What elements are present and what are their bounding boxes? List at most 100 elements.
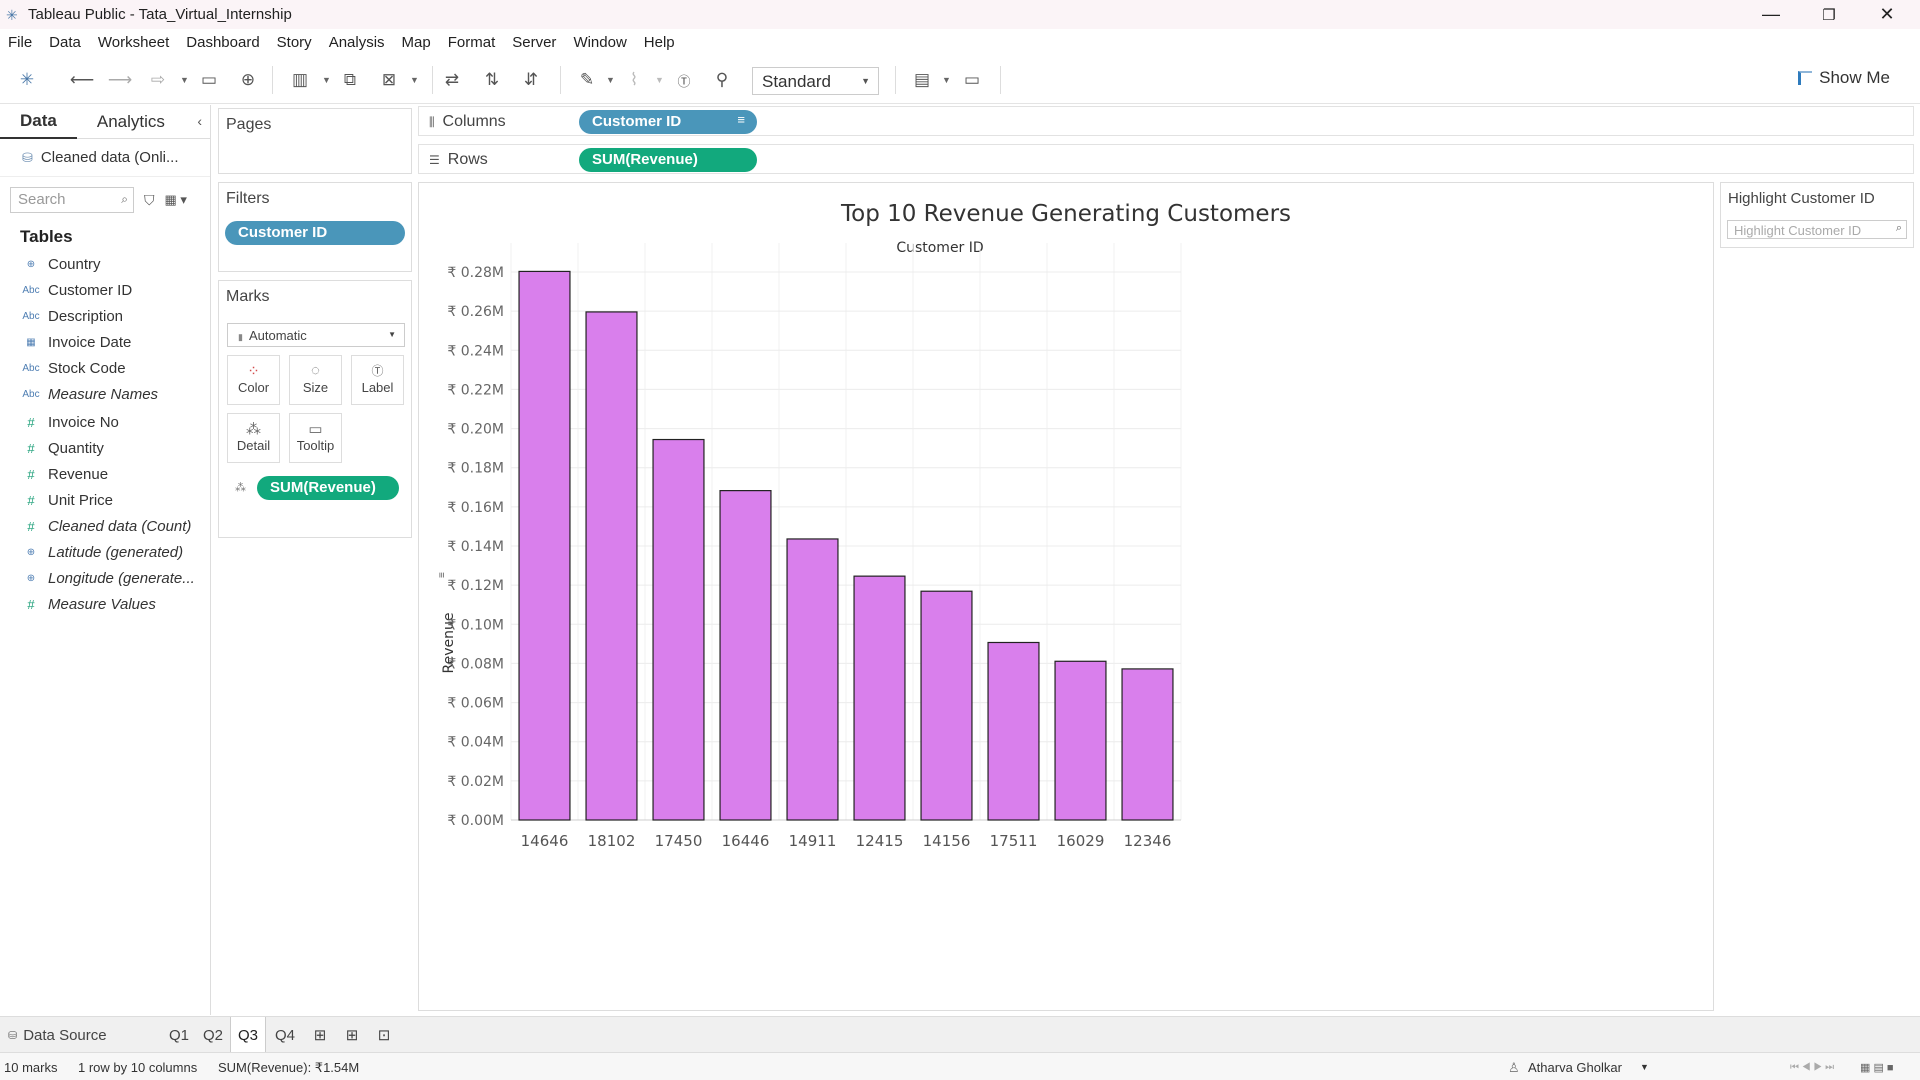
field-item[interactable]: ⊕ Latitude (generated) [0,539,210,565]
swap-rows-columns-icon[interactable]: ⇄ [440,68,464,92]
group-members-icon[interactable]: ⌇ [622,68,646,92]
field-item[interactable]: Abc Description [0,303,210,329]
sort-ascending-icon[interactable]: ⇅ [480,68,504,92]
x-tick-label[interactable]: 16446 [722,832,770,850]
bar-14156[interactable] [920,590,973,821]
tab-data[interactable]: Data [0,111,77,139]
view-layout-icons[interactable]: ▦ ▤ ■ [1860,1061,1894,1074]
rows-shelf[interactable]: ☰ Rows SUM(Revenue) [418,144,1914,174]
x-tick-label[interactable]: 17450 [655,832,703,850]
data-source-tab[interactable]: ⛁ Data Source [8,1017,158,1053]
presentation-mode-icon[interactable]: ▭ [960,68,984,92]
new-data-source-icon[interactable]: ⊕ [236,68,260,92]
fix-axes-icon[interactable]: ⚲ [710,68,734,92]
bar-14646[interactable] [518,270,571,821]
group-dropdown-icon[interactable]: ▼ [655,75,664,85]
minimize-button[interactable]: — [1742,0,1800,29]
label-button[interactable]: Ⓣ Label [351,355,404,405]
replay-dropdown-icon[interactable]: ▼ [180,75,189,85]
data-source-item[interactable]: ⛁ Cleaned data (Onli... [0,139,210,177]
menu-worksheet[interactable]: Worksheet [98,34,169,51]
new-dashboard-icon[interactable]: ⊞ [342,1017,362,1053]
sheet-tab-q1[interactable]: Q1 [164,1017,194,1053]
duplicate-sheet-icon[interactable]: ⧉ [338,68,362,92]
field-item[interactable]: ⊕ Country [0,251,210,277]
show-cards-icon[interactable]: ▤ [910,68,934,92]
show-me-button[interactable]: Show Me [1798,68,1890,88]
bar-12346[interactable] [1121,668,1174,821]
field-item[interactable]: # Unit Price [0,487,210,513]
show-cards-dropdown-icon[interactable]: ▼ [942,75,951,85]
menu-file[interactable]: File [8,34,32,51]
save-icon[interactable]: ▭ [197,68,221,92]
field-item[interactable]: # Cleaned data (Count) [0,513,210,539]
redo-icon[interactable]: ⟶ [108,68,132,92]
clear-sheet-dropdown-icon[interactable]: ▼ [410,75,419,85]
columns-shelf[interactable]: ⫼ Columns Customer ID ≡ [418,106,1914,136]
color-button[interactable]: ⁘ Color [227,355,280,405]
menu-story[interactable]: Story [277,34,312,51]
highlight-dropdown-icon[interactable]: ▼ [606,75,615,85]
bar-14911[interactable] [786,538,839,821]
menu-dashboard[interactable]: Dashboard [186,34,259,51]
field-item[interactable]: # Measure Values [0,591,210,617]
new-worksheet-icon[interactable]: ⊞ [310,1017,330,1053]
field-item[interactable]: # Invoice No [0,409,210,435]
show-mark-labels-icon[interactable]: Ⓣ [672,68,696,92]
user-dropdown-icon[interactable]: ▼ [1640,1062,1649,1072]
sheet-tab-q4[interactable]: Q4 [270,1017,300,1053]
new-worksheet-dropdown-icon[interactable]: ▼ [322,75,331,85]
view-options-icon[interactable]: ▦ ▾ [165,192,187,208]
bar-18102[interactable] [585,311,638,821]
sheet-tab-q2[interactable]: Q2 [198,1017,228,1053]
restore-button[interactable]: ❐ [1800,0,1858,29]
x-tick-label[interactable]: 16029 [1057,832,1105,850]
bar-17450[interactable] [652,438,705,821]
marks-pill-sum-revenue[interactable]: SUM(Revenue) [257,476,399,500]
detail-button[interactable]: ⁂ Detail [227,413,280,463]
menu-data[interactable]: Data [49,34,81,51]
x-tick-label[interactable]: 18102 [588,832,636,850]
sheet-tab-q3[interactable]: Q3 [230,1017,266,1053]
bar-16446[interactable] [719,490,772,821]
field-item[interactable]: # Quantity [0,435,210,461]
highlight-input[interactable]: Highlight Customer ID ⌕ [1727,220,1907,239]
menu-format[interactable]: Format [448,34,496,51]
x-tick-label[interactable]: 12415 [856,832,904,850]
tableau-home-icon[interactable]: ✳ [15,68,39,92]
undo-icon[interactable]: ⟵ [70,68,94,92]
x-tick-label[interactable]: 14156 [923,832,971,850]
tooltip-button[interactable]: ▭ Tooltip [289,413,342,463]
menu-help[interactable]: Help [644,34,675,51]
filter-icon[interactable]: ⛉ [144,192,155,209]
bar-17511[interactable] [987,641,1040,821]
x-tick-label[interactable]: 12346 [1124,832,1172,850]
size-button[interactable]: ◌ Size [289,355,342,405]
highlight-icon[interactable]: ✎ [575,68,599,92]
bar-16029[interactable] [1054,660,1107,821]
field-item[interactable]: Abc Customer ID [0,277,210,303]
field-item[interactable]: ⊕ Longitude (generate... [0,565,210,591]
sort-icon[interactable]: ≡ [737,112,745,127]
x-tick-label[interactable]: 17511 [990,832,1038,850]
x-axis-title[interactable]: Customer ID [896,240,983,256]
new-story-icon[interactable]: ⊡ [374,1017,394,1053]
replay-icon[interactable]: ⇨ [146,68,170,92]
field-item[interactable]: Abc Stock Code [0,355,210,381]
clear-sheet-icon[interactable]: ⊠ [377,68,401,92]
menu-window[interactable]: Window [573,34,626,51]
columns-pill-customer-id[interactable]: Customer ID ≡ [579,110,757,134]
menu-server[interactable]: Server [512,34,556,51]
field-item[interactable]: ▦ Invoice Date [0,329,210,355]
close-button[interactable]: ✕ [1858,0,1916,29]
new-worksheet-icon[interactable]: ▥ [288,68,312,92]
axis-sort-icon[interactable]: ≡ [437,572,448,578]
field-item[interactable]: Abc Measure Names [0,381,210,407]
rows-pill-sum-revenue[interactable]: SUM(Revenue) [579,148,757,172]
x-tick-label[interactable]: 14911 [789,832,837,850]
sheet-navigation-icon[interactable]: ⏮ ◀ ▶ ⏭ [1790,1062,1834,1073]
fit-select[interactable]: Standard ▼ [752,67,879,95]
sort-descending-icon[interactable]: ⇵ [519,68,543,92]
field-search-input[interactable]: Search ⌕ [10,187,134,213]
field-item[interactable]: # Revenue [0,461,210,487]
